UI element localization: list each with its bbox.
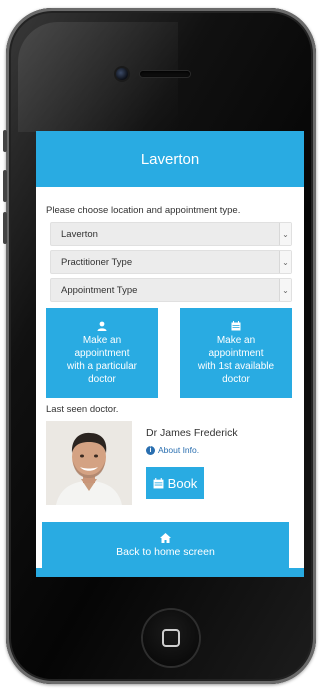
location-select[interactable]: Laverton ⌄ [50,222,292,246]
first-available-line2: appointment [208,347,264,359]
info-icon: i [146,445,155,455]
appointment-type-select[interactable]: Appointment Type ⌄ [50,278,292,302]
practitioner-type-value: Practitioner Type [61,256,133,268]
book-label: Book [167,475,198,491]
mute-switch [3,130,7,152]
instruction-text: Please choose location and appointment t… [46,205,241,216]
last-seen-label: Last seen doctor. [46,404,119,415]
particular-line4: doctor [88,373,116,385]
home-icon [160,532,171,543]
first-available-line4: doctor [222,373,250,385]
last-seen-doctor-card: Dr James Frederick i About Info. Book [46,421,294,505]
doctor-name: Dr James Frederick [146,427,238,439]
doctor-photo [46,421,132,505]
phone-glare [18,22,178,132]
app-screen: Laverton Please choose location and appo… [36,131,304,577]
doctor-info: Dr James Frederick i About Info. Book [146,421,238,505]
appointment-type-value: Appointment Type [61,284,138,296]
bottom-strip [36,568,304,577]
app-header: Laverton [36,131,304,187]
chevron-down-icon: ⌄ [279,279,291,301]
back-to-home-button[interactable]: Back to home screen [42,522,289,568]
about-info-link[interactable]: i About Info. [146,445,238,455]
first-available-button[interactable]: Make an appointment with 1st available d… [180,308,292,398]
front-camera [116,68,128,80]
earpiece-speaker [140,71,190,77]
first-available-line1: Make an [216,334,256,346]
chevron-down-icon: ⌄ [279,223,291,245]
page-title: Laverton [140,150,200,168]
phone-home-button[interactable] [143,610,199,666]
practitioner-type-select[interactable]: Practitioner Type ⌄ [50,250,292,274]
user-icon [97,321,107,331]
particular-line1: Make an [82,334,122,346]
appointment-options: Make an appointment with a particular do… [46,308,292,398]
calendar-icon [231,320,241,330]
particular-doctor-button[interactable]: Make an appointment with a particular do… [46,308,158,398]
back-to-home-label: Back to home screen [116,545,215,558]
volume-down-button [3,212,7,244]
particular-line3: with a particular [66,360,138,372]
particular-line2: appointment [74,347,130,359]
about-info-label: About Info. [158,445,200,455]
location-select-value: Laverton [61,228,98,240]
main-content: Please choose location and appointment t… [36,187,304,505]
first-available-line3: with 1st available [197,360,275,372]
book-button[interactable]: Book [146,467,204,499]
volume-up-button [3,170,7,202]
chevron-down-icon: ⌄ [279,251,291,273]
calendar-icon [153,477,164,488]
